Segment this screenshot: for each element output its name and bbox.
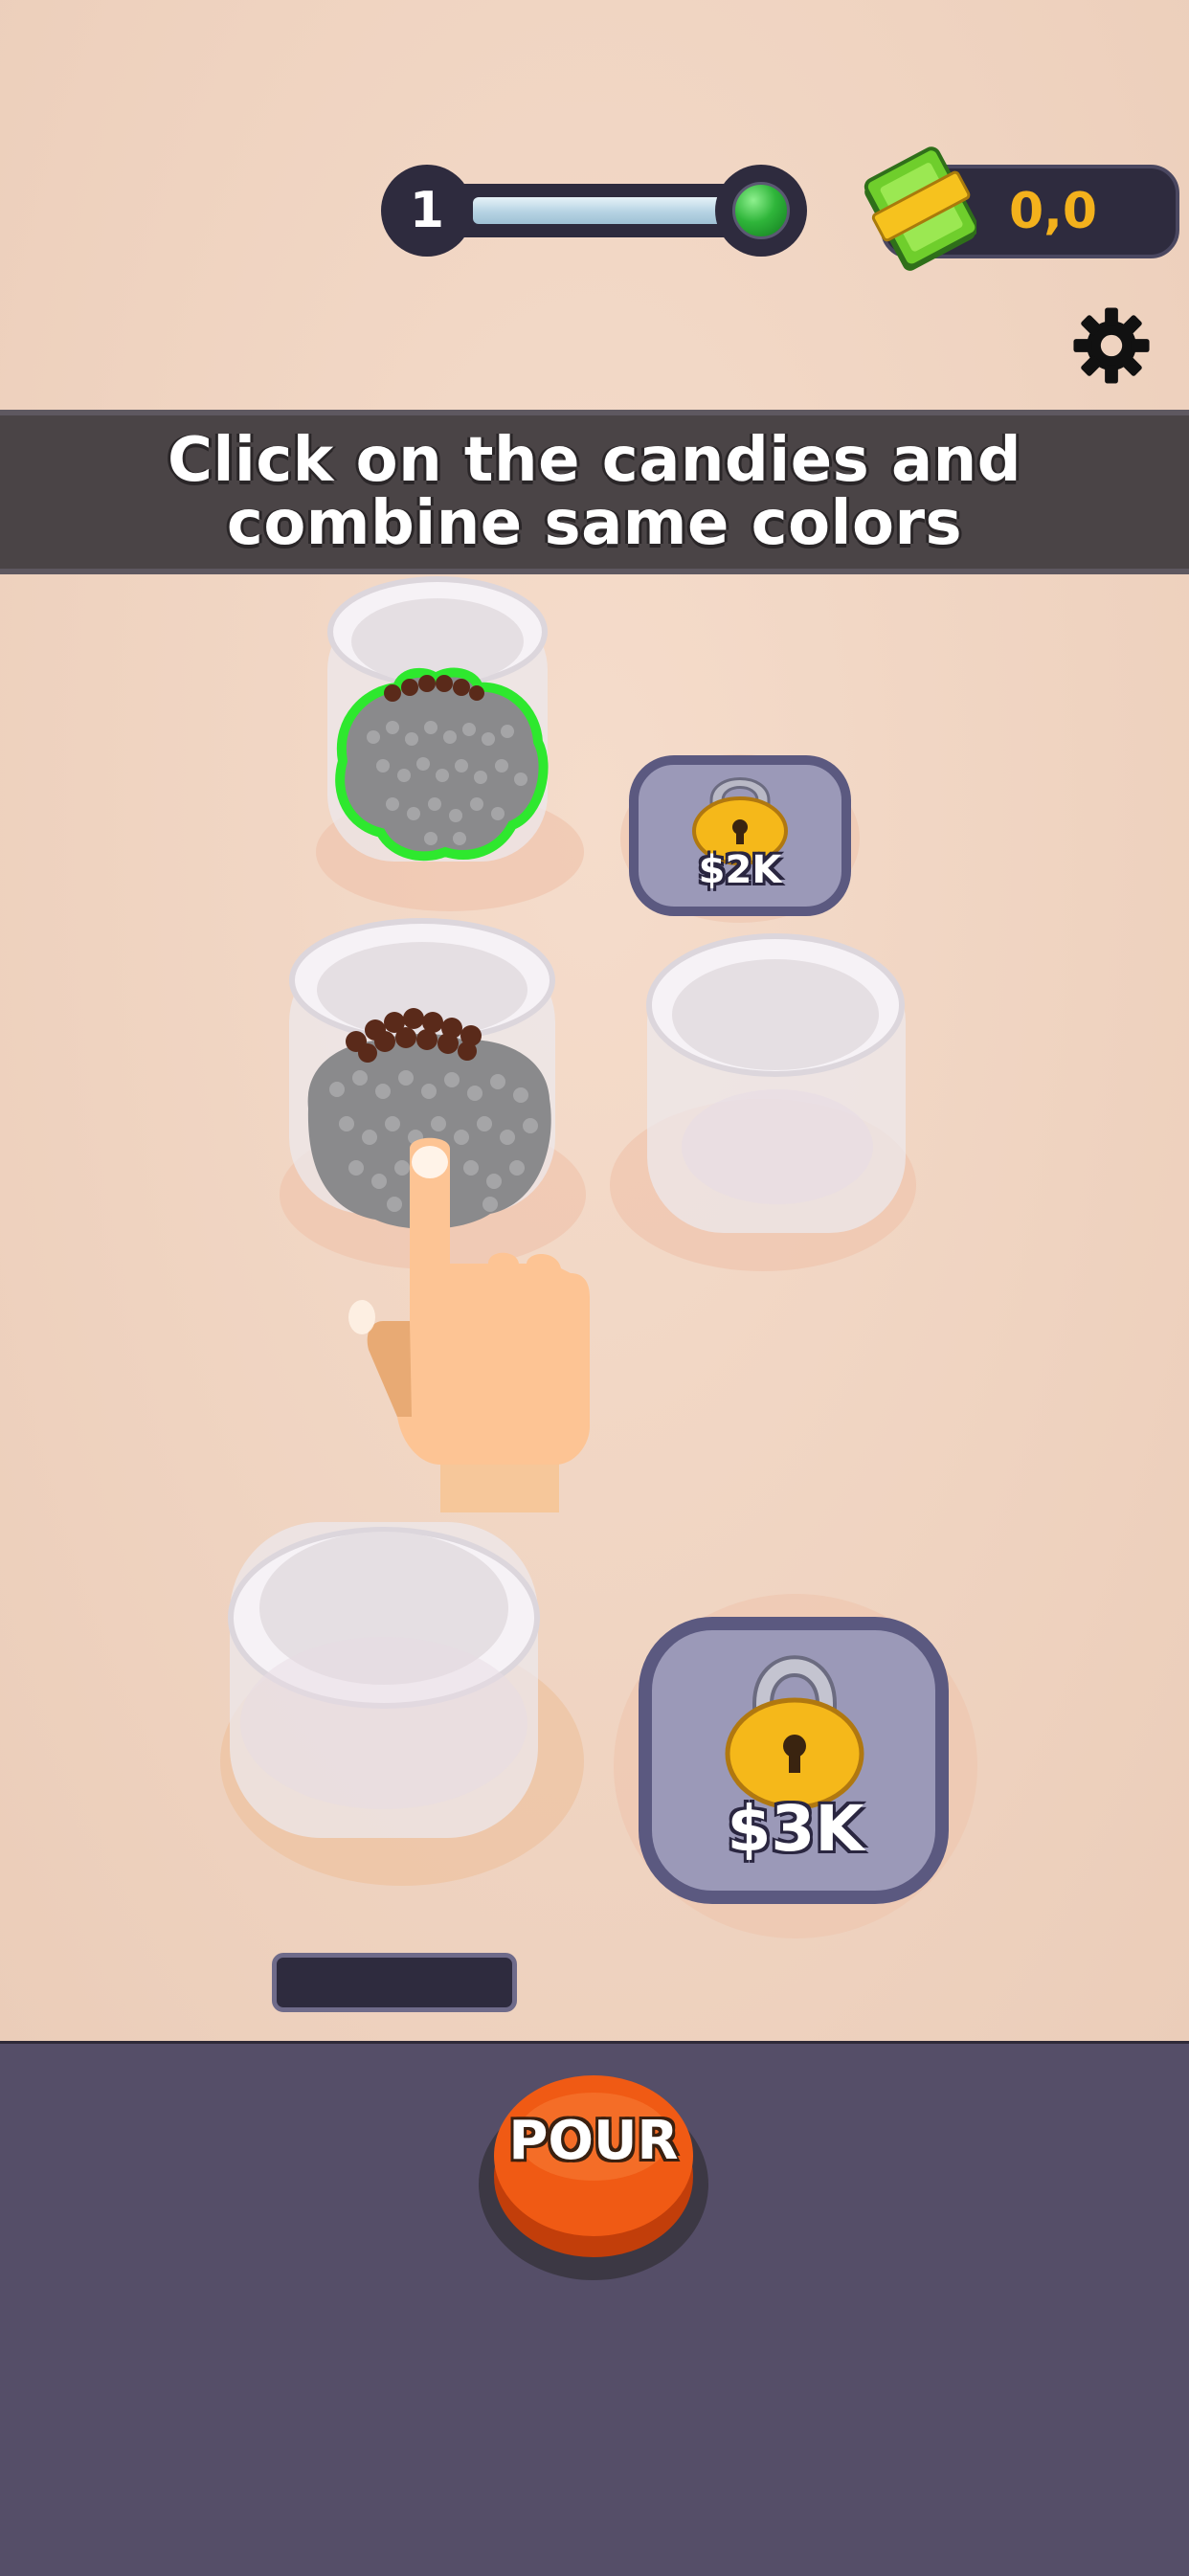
level-number: 1	[381, 165, 473, 257]
level-track-fill	[473, 197, 731, 224]
money-value: 0,0	[1009, 183, 1098, 240]
locked-slot-3k[interactable]: $3K	[609, 1589, 982, 1943]
pour-progress-bar	[272, 1953, 517, 2012]
goal-dot-icon	[732, 182, 790, 239]
lock-price-label: $3K	[727, 1792, 864, 1866]
jar-selected[interactable]	[316, 574, 594, 919]
gear-icon[interactable]	[1070, 304, 1153, 387]
locked-slot-2k[interactable]: $2K	[620, 743, 860, 925]
lock-price-label: $2K	[698, 848, 782, 892]
instruction-banner: Click on the candies and combine same co…	[0, 410, 1189, 574]
level-goal-badge	[715, 165, 807, 257]
level-progress-bar: 1	[381, 165, 807, 257]
jar-empty[interactable]	[220, 1474, 594, 1934]
jar-empty[interactable]	[605, 917, 921, 1300]
pour-button-label: POUR	[508, 2110, 679, 2172]
instruction-text: Click on the candies and combine same co…	[167, 425, 1022, 559]
cash-stack-icon	[862, 144, 979, 278]
